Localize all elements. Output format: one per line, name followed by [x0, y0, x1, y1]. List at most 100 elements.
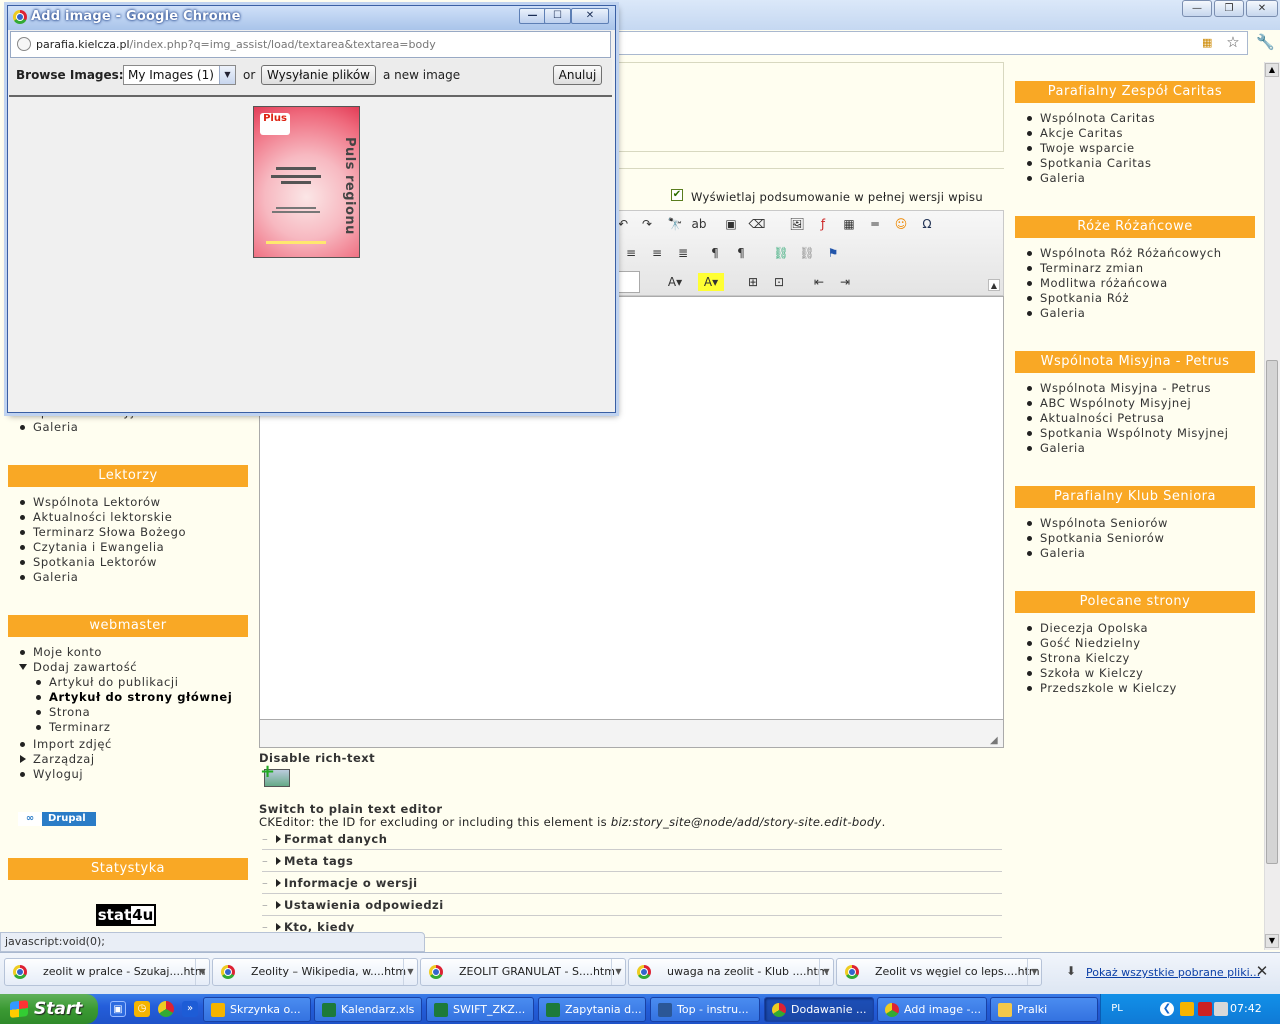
menu-item-artykul-glownej[interactable]: Artykuł do strony głównej: [19, 690, 232, 705]
justify-icon[interactable]: ≣: [674, 244, 692, 262]
undo-icon[interactable]: ↶: [614, 215, 632, 233]
browse-images-select[interactable]: My Images (1) ▼: [123, 65, 236, 85]
link-icon[interactable]: ⛓: [772, 244, 790, 262]
menu-item-zarzadzaj[interactable]: Zarządzaj: [19, 752, 232, 767]
remove-format-icon[interactable]: ⌫: [748, 215, 766, 233]
download-item[interactable]: ZEOLIT GRANULAT - S....htm ▼: [420, 958, 626, 986]
chevron-down-icon[interactable]: ▼: [195, 959, 209, 985]
main-omnibox[interactable]: [600, 31, 1248, 55]
minimize-button[interactable]: —: [1182, 0, 1212, 17]
menu-item[interactable]: Aktualności Petrusa: [1026, 411, 1229, 426]
select-all-icon[interactable]: ▣: [722, 215, 740, 233]
fieldset-informacje[interactable]: – Informacje o wersji: [262, 872, 1002, 894]
download-item[interactable]: uwaga na zeolit - Klub ....htm ▼: [628, 958, 834, 986]
collapse-toolbar-icon[interactable]: ▲: [988, 279, 1000, 291]
bookmark-star-icon[interactable]: ☆: [1224, 33, 1242, 51]
page-action-icon[interactable]: ▦: [1202, 36, 1218, 50]
menu-item[interactable]: Galeria: [1026, 171, 1155, 186]
menu-item[interactable]: Twoje wsparcie: [1026, 141, 1155, 156]
download-item[interactable]: Zeolity – Wikipedia, w....htm ▼: [212, 958, 418, 986]
cancel-button[interactable]: Anuluj: [553, 65, 602, 85]
drupal-badge[interactable]: ∞ Drupal: [18, 812, 96, 826]
menu-item[interactable]: Modlitwa różańcowa: [1026, 276, 1222, 291]
menu-item[interactable]: Czytania i Ewangelia: [19, 540, 186, 555]
rtl-icon[interactable]: ¶: [732, 244, 750, 262]
chevron-down-icon[interactable]: ▼: [1027, 959, 1041, 985]
download-item[interactable]: zeolit w pralce - Szukaj....htm ▼: [4, 958, 210, 986]
menu-item[interactable]: Spotkania Caritas: [1026, 156, 1155, 171]
stat4u-badge[interactable]: stat4u: [96, 904, 156, 926]
chevron-down-icon[interactable]: ▼: [611, 959, 625, 985]
text-color-icon[interactable]: A▾: [662, 273, 688, 291]
clock[interactable]: 07:42: [1230, 1001, 1262, 1017]
task-button[interactable]: Zapytania d...: [538, 997, 646, 1022]
wrench-icon[interactable]: 🔧: [1256, 33, 1275, 51]
menu-item[interactable]: Galeria: [19, 420, 150, 435]
menu-item[interactable]: ABC Wspólnoty Misyjnej: [1026, 396, 1229, 411]
menu-item[interactable]: Spotkania Lektorów: [19, 555, 186, 570]
image-thumbnail[interactable]: Plus Puls regionu: [253, 106, 360, 258]
tray-outlook-icon[interactable]: [1180, 1002, 1194, 1016]
menu-item-dodaj-zawartosc[interactable]: Dodaj zawartość: [19, 660, 232, 675]
menu-item-import-zdjec[interactable]: Import zdjęć: [19, 737, 232, 752]
outlook-quicklaunch-icon[interactable]: ◷: [134, 1001, 150, 1017]
menu-item[interactable]: Aktualności lektorskie: [19, 510, 186, 525]
chevron-down-icon[interactable]: ▼: [819, 959, 833, 985]
add-image-icon[interactable]: +: [260, 763, 294, 787]
show-desktop-icon[interactable]: ▣: [110, 1001, 126, 1017]
restore-button[interactable]: ❐: [1214, 0, 1244, 17]
anchor-flag-icon[interactable]: ⚑: [824, 244, 842, 262]
menu-item[interactable]: Galeria: [1026, 546, 1168, 561]
outdent-icon[interactable]: ⇤: [810, 273, 828, 291]
scroll-down-arrow-icon[interactable]: ▼: [1265, 934, 1279, 948]
menu-item-wyloguj[interactable]: Wyloguj: [19, 767, 232, 782]
unlink-icon[interactable]: ⛓: [798, 244, 816, 262]
menu-item[interactable]: Spotkania Seniorów: [1026, 531, 1168, 546]
resize-grip-icon[interactable]: ◢: [990, 735, 1002, 747]
menu-item[interactable]: Galeria: [1026, 306, 1222, 321]
menu-item[interactable]: Diecezja Opolska: [1026, 621, 1177, 636]
indent-icon[interactable]: ⇥: [836, 273, 854, 291]
task-button-active[interactable]: Dodawanie ...: [764, 997, 874, 1022]
task-button[interactable]: Add image -...: [877, 997, 987, 1022]
popup-close-button[interactable]: ✕: [571, 8, 609, 24]
replace-icon[interactable]: ab: [690, 215, 708, 233]
smiley-icon[interactable]: ☺: [892, 215, 910, 233]
tray-back-icon[interactable]: ❮: [1160, 1002, 1174, 1016]
menu-item-moje-konto[interactable]: Moje konto: [19, 645, 232, 660]
align-center-icon[interactable]: ≡: [622, 244, 640, 262]
flash-icon[interactable]: ƒ: [814, 215, 832, 233]
menu-item[interactable]: Przedszkole w Kielczy: [1026, 681, 1177, 696]
menu-item[interactable]: Wspólnota Lektorów: [19, 495, 186, 510]
horizontal-rule-icon[interactable]: ═: [866, 215, 884, 233]
menu-item[interactable]: Wspólnota Misyjna - Petrus: [1026, 381, 1229, 396]
menu-item[interactable]: Wspólnota Seniorów: [1026, 516, 1168, 531]
scroll-up-arrow-icon[interactable]: ▲: [1265, 63, 1279, 77]
close-button[interactable]: ✕: [1246, 0, 1278, 17]
quicklaunch-more-icon[interactable]: »: [182, 1001, 198, 1017]
menu-item[interactable]: Terminarz Słowa Bożego: [19, 525, 186, 540]
special-char-icon[interactable]: Ω: [918, 215, 936, 233]
language-indicator[interactable]: PL: [1104, 1001, 1130, 1017]
menu-item-artykul-publikacji[interactable]: Artykuł do publikacji: [19, 675, 232, 690]
menu-item[interactable]: Strona Kielczy: [1026, 651, 1177, 666]
redo-icon[interactable]: ↷: [638, 215, 656, 233]
menu-item[interactable]: Galeria: [1026, 441, 1229, 456]
upload-files-button[interactable]: Wysyłanie plików: [261, 65, 376, 85]
fieldset-format-danych[interactable]: – Format danych: [262, 828, 1002, 850]
show-all-downloads-link[interactable]: Pokaż wszystkie pobrane pliki...: [1086, 966, 1260, 979]
chevron-down-icon[interactable]: ▼: [403, 959, 417, 985]
tray-network-icon[interactable]: [1214, 1002, 1228, 1016]
menu-item[interactable]: Wspólnota Caritas: [1026, 111, 1155, 126]
menu-item[interactable]: Spotkania Wspólnoty Misyjnej: [1026, 426, 1229, 441]
menu-item[interactable]: Spotkania Róż: [1026, 291, 1222, 306]
task-button[interactable]: Kalendarz.xls: [314, 997, 422, 1022]
summary-checkbox[interactable]: ✔: [671, 189, 683, 201]
menu-item[interactable]: Akcje Caritas: [1026, 126, 1155, 141]
table-icon[interactable]: ▦: [840, 215, 858, 233]
disable-rich-text-link[interactable]: Disable rich-text: [259, 751, 375, 765]
tray-antivirus-icon[interactable]: [1198, 1002, 1212, 1016]
download-item[interactable]: Zeolit vs węgiel co leps....htm ▼: [836, 958, 1042, 986]
align-right-icon[interactable]: ≡: [648, 244, 666, 262]
menu-item[interactable]: Gość Niedzielny: [1026, 636, 1177, 651]
